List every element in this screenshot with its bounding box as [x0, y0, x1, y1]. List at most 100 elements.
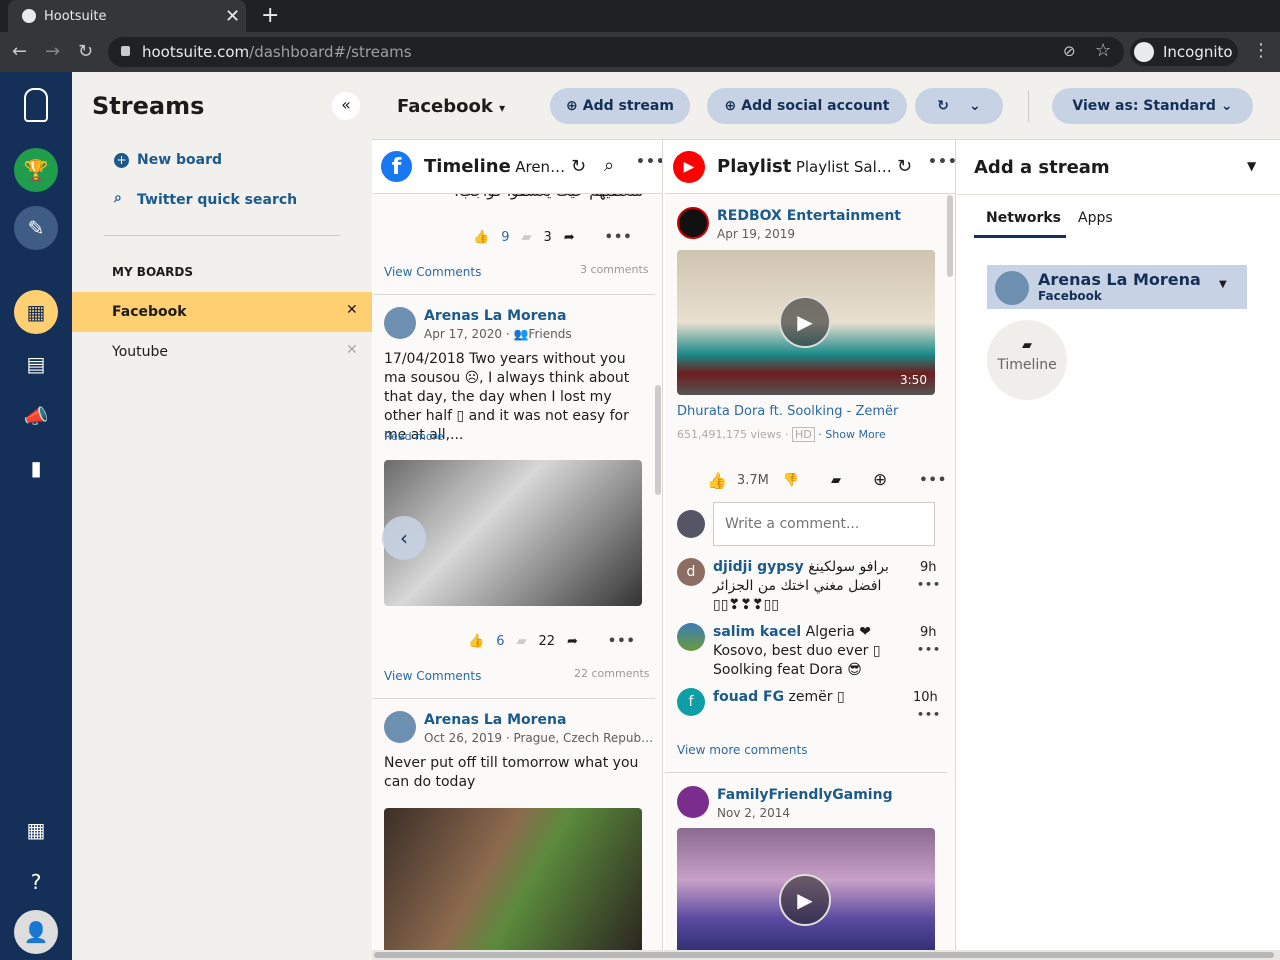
- more-options-icon[interactable]: •••: [636, 154, 662, 170]
- add-stream-button[interactable]: ⊕ Add stream: [550, 88, 690, 124]
- comment-author[interactable]: djidji gypsy: [713, 559, 804, 575]
- comment-icon[interactable]: ▰: [516, 634, 526, 649]
- back-icon[interactable]: ←: [12, 41, 27, 62]
- play-icon[interactable]: ▶: [779, 296, 831, 348]
- forward-icon[interactable]: →: [45, 41, 60, 62]
- play-icon[interactable]: ▶: [779, 874, 831, 926]
- streams-icon[interactable]: ▦: [14, 290, 58, 334]
- tab-networks[interactable]: Networks: [986, 210, 1061, 226]
- like-icon[interactable]: 👍: [468, 634, 484, 649]
- plus-circle-icon: ⊕: [724, 98, 737, 114]
- more-options-icon[interactable]: •••: [919, 473, 947, 488]
- url-bar[interactable]: hootsuite.com/dashboard#/streams: [108, 37, 1124, 67]
- refresh-icon[interactable]: ↻: [571, 156, 586, 177]
- refresh-icon[interactable]: ↻: [897, 156, 912, 177]
- view-comments-link[interactable]: View Comments: [384, 669, 481, 683]
- scrollbar[interactable]: [655, 385, 661, 495]
- share-icon[interactable]: ➦: [564, 230, 575, 245]
- more-options-icon[interactable]: •••: [917, 578, 941, 591]
- scrollbar-thumb[interactable]: [374, 952, 1274, 958]
- dislike-icon[interactable]: 👎: [783, 473, 799, 488]
- analytics-icon[interactable]: ▮: [14, 446, 58, 490]
- share-icon[interactable]: ➦: [567, 634, 578, 649]
- lock-icon: [121, 46, 130, 56]
- trophy-icon[interactable]: 🏆: [14, 148, 58, 192]
- post-author[interactable]: Arenas La Morena: [424, 308, 566, 324]
- stream-subtitle: Playlist Sal…: [795, 158, 892, 176]
- scrollbar[interactable]: [947, 195, 953, 277]
- board-facebook[interactable]: Facebook ✕: [72, 292, 372, 332]
- channel-name[interactable]: REDBOX Entertainment: [717, 208, 901, 224]
- sidebar-title: Streams: [92, 92, 205, 120]
- more-options-icon[interactable]: •••: [917, 708, 941, 721]
- new-tab-icon[interactable]: +: [261, 3, 279, 28]
- avatar[interactable]: 👤: [14, 910, 58, 954]
- hd-badge: HD: [792, 427, 815, 442]
- reload-icon[interactable]: ↻: [78, 41, 93, 62]
- board-label: Youtube: [112, 344, 168, 360]
- like-icon[interactable]: 👍: [707, 471, 727, 490]
- panel-title: Add a stream: [974, 157, 1110, 178]
- close-icon[interactable]: ✕: [346, 302, 358, 318]
- video-duration: 3:50: [900, 373, 927, 387]
- account-selector[interactable]: Arenas La Morena Facebook ▼: [987, 265, 1247, 309]
- post-meta: Oct 26, 2019 · Prague, Czech Repub…: [424, 731, 654, 745]
- stream-type-timeline[interactable]: ▰ Timeline: [987, 320, 1067, 400]
- video-actions: 👍 3.7M 👎 ▰ ⊕ •••: [707, 470, 947, 490]
- board-youtube[interactable]: Youtube ✕: [72, 332, 372, 372]
- help-icon[interactable]: ?: [14, 860, 58, 904]
- collapse-sidebar-button[interactable]: «: [332, 92, 360, 120]
- horizontal-scrollbar[interactable]: [372, 950, 1280, 960]
- channel-name[interactable]: FamilyFriendlyGaming: [717, 787, 893, 803]
- comment-author[interactable]: fouad FG: [713, 689, 784, 705]
- add-social-label: Add social account: [741, 98, 890, 114]
- more-options-icon[interactable]: •••: [608, 634, 636, 649]
- browser-tab[interactable]: Hootsuite: [8, 0, 246, 32]
- channel-avatar: [677, 207, 709, 239]
- apps-icon[interactable]: ▦: [14, 808, 58, 852]
- comment-author[interactable]: salim kacel: [713, 624, 801, 640]
- comment-icon[interactable]: ▰: [521, 230, 531, 245]
- read-more-link[interactable]: Read more: [384, 430, 444, 443]
- new-board-link[interactable]: New board: [137, 152, 222, 168]
- comment-time: 9h: [920, 625, 937, 640]
- carousel-prev-button[interactable]: ‹: [382, 516, 426, 560]
- post-author[interactable]: Arenas La Morena: [424, 712, 566, 728]
- more-options-icon[interactable]: •••: [605, 230, 633, 245]
- collapse-panel-icon[interactable]: ▼: [1247, 159, 1256, 173]
- star-icon[interactable]: ☆: [1095, 40, 1111, 61]
- add-social-account-button[interactable]: ⊕ Add social account: [707, 88, 907, 124]
- search-icon[interactable]: ⌕: [604, 155, 614, 176]
- view-more-comments-link[interactable]: View more comments: [677, 743, 807, 757]
- post-image[interactable]: [384, 808, 642, 950]
- compose-icon[interactable]: ✎: [14, 206, 58, 250]
- tracking-icon[interactable]: ⊘: [1063, 42, 1076, 60]
- more-options-icon[interactable]: •••: [928, 154, 955, 170]
- video-title-link[interactable]: Dhurata Dora ft. Soolking - Zemër: [677, 404, 898, 419]
- twitter-quick-search-link[interactable]: Twitter quick search: [137, 192, 297, 208]
- user-avatar: [677, 510, 705, 538]
- owl-logo-icon[interactable]: [24, 88, 48, 122]
- close-icon[interactable]: ✕: [346, 342, 358, 358]
- ads-icon[interactable]: 📣: [14, 394, 58, 438]
- show-more-link[interactable]: · Show More: [818, 428, 885, 441]
- menu-icon[interactable]: ⋮: [1252, 40, 1270, 61]
- refresh-button[interactable]: ↻ ⌄: [915, 88, 1003, 124]
- tab-apps[interactable]: Apps: [1078, 210, 1113, 226]
- view-as-button[interactable]: View as: Standard ⌄: [1052, 88, 1253, 124]
- post-audience: Friends: [528, 327, 572, 341]
- close-tab-icon[interactable]: ✕: [225, 6, 240, 27]
- post-text: Never put off till tomorrow what you can…: [384, 755, 639, 790]
- board-selector[interactable]: Facebook ▾: [397, 96, 505, 117]
- refresh-icon: ↻: [937, 98, 949, 114]
- divider: [665, 772, 947, 773]
- comment-input[interactable]: [713, 502, 935, 546]
- planner-icon[interactable]: ▤: [14, 342, 58, 386]
- add-icon[interactable]: ⊕: [873, 470, 887, 490]
- more-options-icon[interactable]: •••: [917, 643, 941, 656]
- video-stats: 651,491,175 views · HD · Show More: [677, 427, 886, 442]
- view-as-label: View as: Standard: [1072, 98, 1216, 114]
- comment-icon[interactable]: ▰: [831, 473, 841, 488]
- view-comments-link[interactable]: View Comments: [384, 265, 481, 279]
- like-icon[interactable]: 👍: [473, 230, 489, 245]
